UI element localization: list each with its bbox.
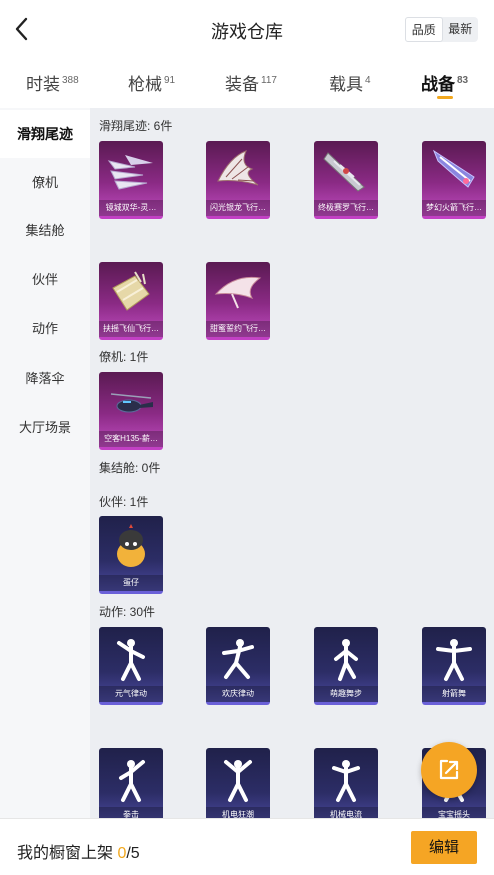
tab-count: 117 — [261, 75, 277, 87]
dancer-silhouette-icon — [224, 760, 252, 802]
item-card[interactable]: 机电狂潮 — [206, 748, 270, 818]
tab-guns[interactable]: 枪械 91 — [128, 70, 175, 95]
item-name: 萌趣舞步 — [314, 686, 378, 702]
top-bar: 游戏仓库 品质 最新 — [0, 0, 494, 58]
glide-ultraman-wing-icon — [323, 152, 365, 192]
sidebar-item-rally-capsule[interactable]: 集结舱 — [0, 207, 90, 255]
item-card[interactable]: 元气律动 — [99, 627, 163, 705]
item-name: 空客H135-薪… — [99, 431, 163, 447]
sort-quality-button[interactable]: 品质 — [405, 17, 443, 42]
item-card[interactable]: 闪光银龙飞行… — [206, 141, 270, 219]
item-card[interactable]: 拳击 — [99, 748, 163, 818]
edit-button[interactable]: 编辑 — [411, 831, 477, 864]
glide-rocket-wing-icon — [432, 149, 475, 188]
active-tab-indicator — [437, 96, 453, 99]
tab-label: 时装 — [26, 75, 60, 94]
tab-count: 83 — [457, 75, 469, 87]
tab-label: 战备 — [421, 75, 455, 94]
tab-count: 91 — [164, 75, 176, 87]
item-card[interactable]: 扶摇飞仙飞行… — [99, 262, 163, 340]
item-card[interactable]: 终极赛罗飞行… — [314, 141, 378, 219]
showcase-label: 我的橱窗上架 — [17, 845, 118, 862]
dancer-silhouette-icon — [117, 639, 145, 681]
share-button[interactable] — [421, 742, 477, 798]
item-card[interactable]: 萌趣舞步 — [314, 627, 378, 705]
dancer-silhouette-icon — [119, 760, 145, 802]
sort-toggle: 品质 最新 — [405, 17, 478, 42]
section-label-emote: 动作: 30件 — [99, 605, 156, 619]
item-name: 机械电流 — [314, 807, 378, 818]
share-icon — [439, 759, 459, 780]
showcase-bar: 我的橱窗上架 0/5 编辑 — [0, 818, 494, 875]
section-label-partner: 伙伴: 1件 — [99, 495, 149, 509]
dancer-silhouette-icon — [334, 639, 358, 681]
sidebar-item-lobby-scene[interactable]: 大厅场景 — [0, 404, 90, 452]
item-name: 宝宝摇头 — [422, 807, 486, 818]
item-card[interactable]: 梦幻火箭飞行… — [422, 141, 486, 219]
section-label-glide: 滑翔尾迹: 6件 — [99, 119, 173, 133]
showcase-count: 我的橱窗上架 0/5 — [17, 839, 140, 863]
item-name: 机电狂潮 — [206, 807, 270, 818]
sort-latest-button[interactable]: 最新 — [443, 17, 479, 42]
sidebar-item-wingman[interactable]: 僚机 — [0, 159, 90, 207]
sidebar-item-emote[interactable]: 动作 — [0, 305, 90, 353]
glide-fairy-scroll-icon — [112, 271, 150, 311]
tab-count: 4 — [365, 75, 371, 87]
item-card[interactable]: 空客H135-薪… — [99, 372, 163, 450]
showcase-total: /5 — [126, 845, 140, 862]
dancer-silhouette-icon — [332, 760, 360, 802]
item-name: 欢庆律动 — [206, 686, 270, 702]
tab-battle-prep[interactable]: 战备 83 — [421, 70, 469, 99]
item-grid: 滑翔尾迹: 6件 镜城双华-灵… 闪光银龙飞行… 终极赛罗飞行… 梦幻火箭飞行… — [90, 108, 494, 818]
item-name: 梦幻火箭飞行… — [422, 200, 486, 216]
sidebar-item-partner[interactable]: 伙伴 — [0, 256, 90, 304]
item-card[interactable]: 镜城双华-灵… — [99, 141, 163, 219]
item-name: 蛋仔 — [99, 575, 163, 591]
item-name: 扶摇飞仙飞行… — [99, 321, 163, 337]
item-name: 射箭舞 — [422, 686, 486, 702]
helicopter-icon — [110, 393, 153, 413]
sidebar-item-parachute[interactable]: 降落伞 — [0, 355, 90, 403]
item-card[interactable]: 机械电流 — [314, 748, 378, 818]
item-name: 甜蜜誓约飞行… — [206, 321, 270, 337]
dancer-silhouette-icon — [222, 639, 254, 679]
sidebar: 滑翔尾迹 僚机 集结舱 伙伴 动作 降落伞 大厅场景 — [0, 108, 90, 818]
tab-fashion[interactable]: 时装 388 — [26, 70, 79, 95]
item-card[interactable]: 射箭舞 — [422, 627, 486, 705]
tab-vehicles[interactable]: 载具 4 — [329, 70, 371, 95]
item-name: 终极赛罗飞行… — [314, 200, 378, 216]
glide-feather-icon — [107, 155, 153, 190]
tab-count: 388 — [62, 75, 79, 87]
item-card[interactable]: 甜蜜誓约飞行… — [206, 262, 270, 340]
glide-sweet-vow-icon — [214, 276, 262, 309]
item-name: 镜城双华-灵… — [99, 200, 163, 216]
egg-partner-icon — [117, 524, 145, 567]
item-card[interactable]: 欢庆律动 — [206, 627, 270, 705]
sidebar-item-glide-trail[interactable]: 滑翔尾迹 — [0, 110, 90, 158]
item-card[interactable]: 蛋仔 — [99, 516, 163, 594]
section-label-wingman: 僚机: 1件 — [99, 350, 149, 364]
tab-gear[interactable]: 装备 117 — [225, 70, 277, 95]
category-tabs: 时装 388 枪械 91 装备 117 载具 4 战备 83 — [0, 58, 494, 106]
glide-dragon-wing-icon — [217, 150, 259, 186]
tab-label: 装备 — [225, 75, 259, 94]
item-name: 拳击 — [99, 807, 163, 818]
tab-label: 载具 — [329, 75, 363, 94]
tab-label: 枪械 — [128, 75, 162, 94]
item-name: 闪光银龙飞行… — [206, 200, 270, 216]
item-name: 元气律动 — [99, 686, 163, 702]
dancer-silhouette-icon — [436, 639, 472, 681]
section-label-capsule: 集结舱: 0件 — [99, 461, 161, 475]
